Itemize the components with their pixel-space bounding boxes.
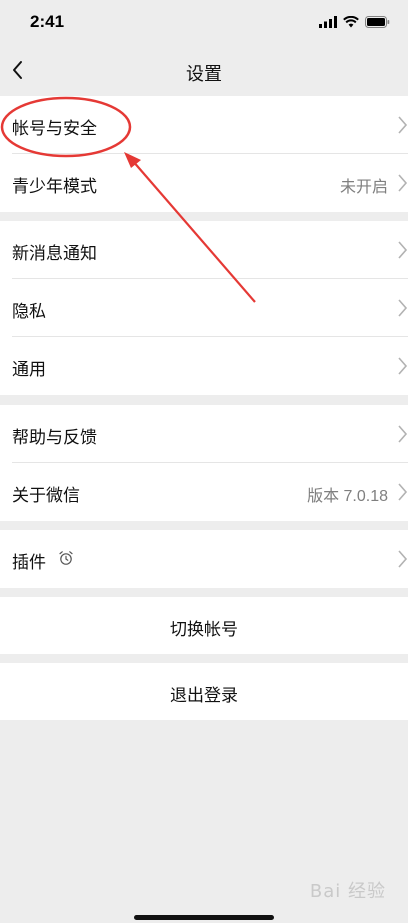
nav-bar: 设置 bbox=[0, 44, 408, 96]
row-label: 帮助与反馈 bbox=[12, 428, 97, 447]
settings-group-plugins: 插件 bbox=[0, 530, 408, 588]
chevron-right-icon bbox=[398, 550, 408, 568]
wifi-icon bbox=[343, 16, 359, 28]
status-icons bbox=[319, 15, 390, 29]
row-label: 插件 bbox=[12, 553, 46, 572]
watermark: Bai 经验 bbox=[309, 881, 386, 902]
home-indicator bbox=[134, 915, 274, 920]
row-label: 帐号与安全 bbox=[12, 119, 97, 138]
settings-row-account-security[interactable]: 帐号与安全 bbox=[0, 96, 408, 154]
switch-account-label: 切换帐号 bbox=[170, 620, 238, 639]
logout-button[interactable]: 退出登录 bbox=[0, 663, 408, 720]
page-title: 设置 bbox=[186, 64, 222, 84]
settings-row-privacy[interactable]: 隐私 bbox=[0, 279, 408, 337]
status-bar: 2:41 bbox=[0, 0, 408, 44]
settings-row-notifications[interactable]: 新消息通知 bbox=[0, 221, 408, 279]
alarm-clock-icon bbox=[59, 551, 73, 565]
chevron-right-icon bbox=[398, 425, 408, 443]
chevron-right-icon bbox=[398, 174, 408, 192]
chevron-right-icon bbox=[398, 299, 408, 317]
settings-group-account: 帐号与安全 青少年模式 未开启 bbox=[0, 96, 408, 212]
chevron-right-icon bbox=[398, 357, 408, 375]
logout-label: 退出登录 bbox=[170, 686, 238, 705]
chevron-right-icon bbox=[398, 483, 408, 501]
row-value: 版本 7.0.18 bbox=[307, 488, 388, 505]
row-label: 通用 bbox=[12, 360, 46, 379]
chevron-right-icon bbox=[398, 116, 408, 134]
switch-account-button[interactable]: 切换帐号 bbox=[0, 597, 408, 654]
chevron-right-icon bbox=[398, 241, 408, 259]
settings-row-plugins[interactable]: 插件 bbox=[0, 530, 408, 588]
settings-row-teen-mode[interactable]: 青少年模式 未开启 bbox=[0, 154, 408, 212]
row-label: 新消息通知 bbox=[12, 244, 97, 263]
settings-row-about-wechat[interactable]: 关于微信 版本 7.0.18 bbox=[0, 463, 408, 521]
settings-group-about: 帮助与反馈 关于微信 版本 7.0.18 bbox=[0, 405, 408, 521]
row-label: 青少年模式 bbox=[12, 177, 97, 196]
settings-row-help-feedback[interactable]: 帮助与反馈 bbox=[0, 405, 408, 463]
cellular-signal-icon bbox=[319, 16, 337, 28]
settings-group-general: 新消息通知 隐私 通用 bbox=[0, 221, 408, 395]
settings-row-general[interactable]: 通用 bbox=[0, 337, 408, 395]
row-label: 关于微信 bbox=[12, 486, 80, 505]
row-label: 隐私 bbox=[12, 302, 46, 321]
battery-icon bbox=[365, 16, 390, 28]
status-time: 2:41 bbox=[30, 12, 65, 31]
row-value: 未开启 bbox=[339, 179, 388, 196]
